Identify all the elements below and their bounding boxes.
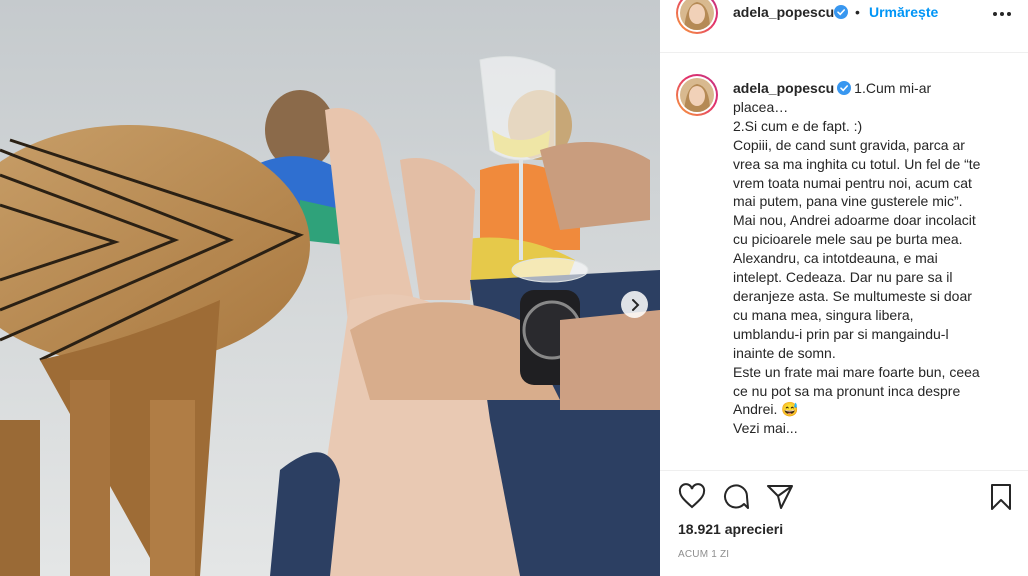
chevron-right-icon: [631, 298, 639, 311]
caption-text: adela_popescu 1.Cum mi-ar placea… 2.Si cu…: [733, 79, 983, 438]
follow-button[interactable]: Urmărește: [869, 4, 938, 20]
caption-line-5: Alexandru, ca intotdeauna, e mai intelep…: [733, 250, 972, 361]
caption-line-3: Copiii, de cand sunt gravida, parca ar v…: [733, 136, 981, 210]
caption-line-7: Vezi mai...: [733, 420, 798, 437]
bookmark-icon[interactable]: [987, 483, 1015, 511]
caption-line-6: Este un frate mai mare foarte bun, ceea …: [733, 363, 980, 418]
post-timestamp[interactable]: Acum 1 zi: [678, 549, 729, 560]
photo-illustration: [0, 0, 660, 576]
caption-line-4: Mai nou, Andrei adoarme doar incolacit c…: [733, 212, 976, 248]
heart-icon[interactable]: [678, 483, 706, 511]
likes-count[interactable]: 18.921 aprecieri: [678, 521, 783, 537]
header-separator: •: [855, 4, 860, 20]
action-bar: [660, 471, 1028, 511]
header-username[interactable]: adela_popescu: [733, 4, 834, 20]
caption-line-2: 2.Si cum e de fapt. :): [733, 117, 863, 134]
verified-badge-icon: [837, 81, 852, 95]
verified-badge-icon: [834, 5, 848, 19]
more-options-icon[interactable]: [990, 4, 1014, 24]
send-icon[interactable]: [766, 483, 794, 511]
caption-username[interactable]: adela_popescu: [733, 80, 834, 96]
caption-area: adela_popescu 1.Cum mi-ar placea… 2.Si cu…: [660, 54, 1028, 471]
comment-icon[interactable]: [722, 483, 750, 511]
post-header: adela_popescu • Urmărește: [660, 0, 1028, 53]
post-side-panel: adela_popescu • Urmărește adela_popescu 1…: [660, 0, 1028, 576]
caption-avatar[interactable]: [676, 74, 718, 116]
avatar[interactable]: [676, 0, 718, 34]
avatar-photo: [680, 0, 714, 30]
avatar-photo: [680, 78, 714, 112]
carousel-next-button[interactable]: [621, 291, 648, 318]
post-photo[interactable]: [0, 0, 660, 576]
